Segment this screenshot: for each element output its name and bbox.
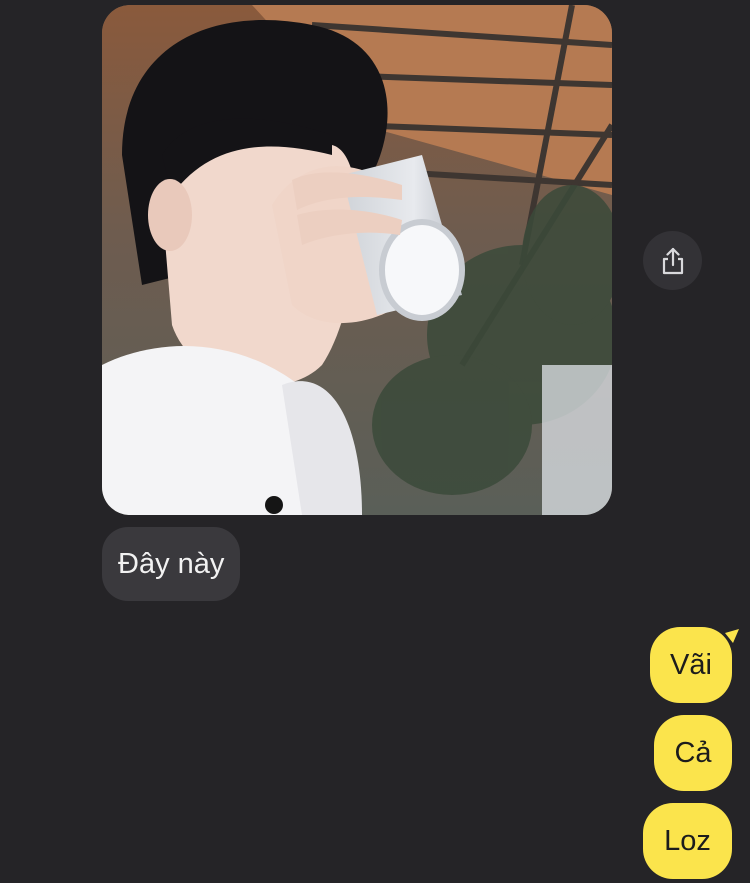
sent-message-text: Loz bbox=[664, 824, 711, 857]
share-button[interactable] bbox=[643, 231, 702, 290]
sent-message-bubble[interactable]: Vãi bbox=[650, 627, 739, 703]
shared-photo[interactable] bbox=[102, 5, 612, 515]
sent-message-bubble[interactable]: Cả bbox=[654, 715, 732, 791]
bubble-tail bbox=[725, 629, 739, 643]
share-icon bbox=[662, 247, 683, 274]
sent-message-text: Cả bbox=[674, 736, 712, 769]
sent-message-bubble[interactable]: Loz bbox=[643, 803, 732, 879]
photo-image bbox=[102, 5, 612, 515]
received-message-text: Đây này bbox=[118, 547, 225, 580]
sent-message-text: Vãi bbox=[670, 648, 712, 681]
received-message-bubble[interactable]: Đây này bbox=[102, 527, 241, 601]
